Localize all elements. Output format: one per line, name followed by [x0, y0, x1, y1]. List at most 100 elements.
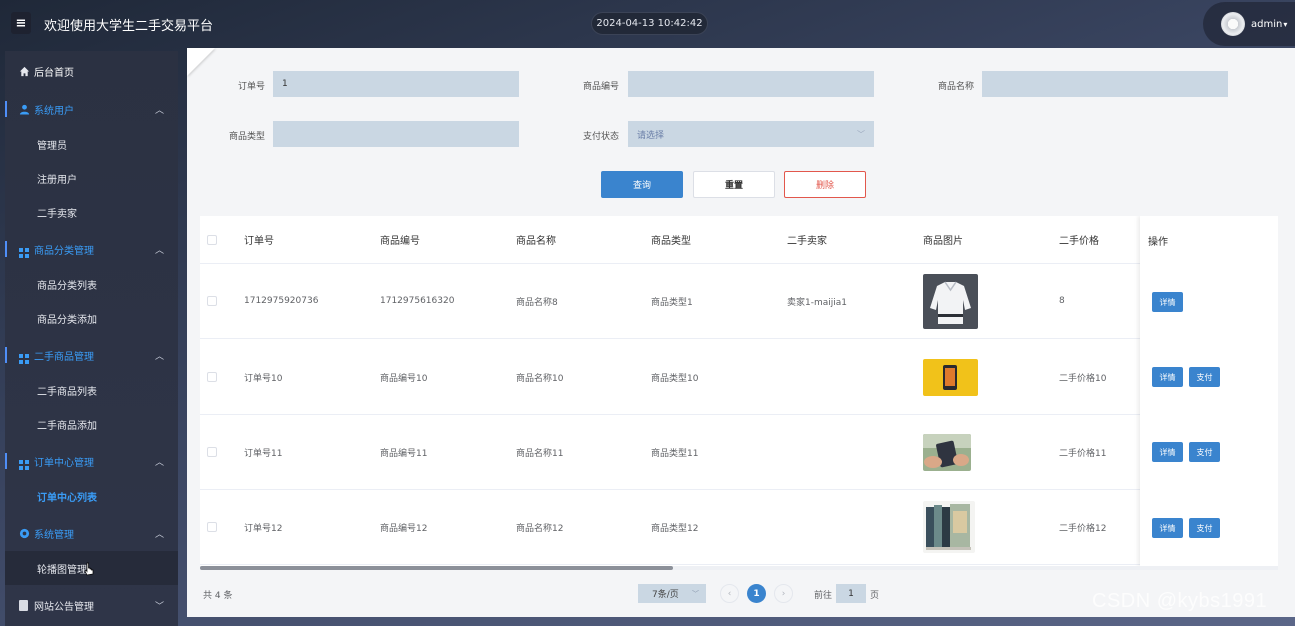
goods-image-cell — [923, 264, 978, 338]
avatar[interactable] — [1221, 12, 1245, 36]
sidebar-item-label: 后台首页 — [34, 67, 74, 79]
goods-no-cell: 商品编号12 — [380, 523, 428, 534]
order-no-input[interactable]: 1 — [273, 71, 519, 97]
corner-fold — [187, 48, 215, 76]
sidebar-item-admin[interactable]: 管理员 — [5, 127, 178, 161]
pay-button[interactable]: 支付 — [1189, 442, 1220, 462]
user-name[interactable]: admin — [1251, 19, 1282, 30]
column-header: 二手卖家 — [787, 236, 827, 247]
sidebar-group-system-users[interactable]: 系统用户 ︿ — [5, 92, 178, 126]
column-header: 商品类型 — [651, 236, 691, 247]
sidebar: 后台首页 系统用户 ︿ 管理员 注册用户 二手卖家 商品分类管理 ︿ 商品分类列… — [5, 51, 178, 626]
hoodie-photo[interactable] — [923, 273, 978, 329]
sidebar-item-category-add[interactable]: 商品分类添加 — [5, 301, 178, 335]
phone-hands-photo[interactable] — [923, 433, 971, 471]
sidebar-item-category-list[interactable]: 商品分类列表 — [5, 267, 178, 301]
row-checkbox[interactable] — [207, 340, 217, 414]
horizontal-scrollbar[interactable] — [200, 566, 1278, 570]
detail-button[interactable]: 详情 — [1152, 518, 1183, 538]
group-marker — [5, 453, 7, 469]
column-header: 操作 — [1148, 236, 1168, 248]
goods-image-cell — [923, 415, 971, 489]
grid-icon — [19, 244, 30, 258]
sidebar-item-label: 二手商品列表 — [37, 386, 97, 398]
sidebar-item-order-list[interactable]: 订单中心列表 — [5, 479, 178, 513]
order-no-cell: 1712975920736 — [244, 296, 319, 306]
hamburger-icon[interactable]: ≡ — [11, 12, 31, 34]
goods-no-input[interactable] — [628, 71, 874, 97]
chevron-up-icon: ︿ — [154, 529, 164, 540]
order-no-cell: 订单号11 — [244, 448, 283, 459]
prev-page-button[interactable]: ‹ — [720, 584, 739, 603]
price-cell: 二手价格10 — [1059, 373, 1107, 384]
row-checkbox[interactable] — [207, 490, 217, 564]
hand-cursor-icon — [84, 562, 94, 576]
sidebar-group-label: 商品分类管理 — [34, 245, 94, 257]
sidebar-item-goods-list[interactable]: 二手商品列表 — [5, 373, 178, 407]
goods-type-input[interactable] — [273, 121, 519, 147]
query-button[interactable]: 查询 — [601, 171, 683, 198]
column-header: 商品图片 — [923, 236, 963, 247]
goods-type-cell: 商品类型1 — [651, 297, 693, 308]
group-marker — [5, 347, 7, 363]
goods-no-cell: 商品编号10 — [380, 373, 428, 384]
scrollbar-thumb[interactable] — [200, 566, 673, 570]
goods-no-cell: 商品编号11 — [380, 448, 428, 459]
sidebar-group-label: 二手商品管理 — [34, 351, 94, 363]
total-count: 共 4 条 — [203, 591, 233, 601]
pay-status-select[interactable]: 请选择 ﹀ — [628, 121, 874, 147]
document-icon — [19, 599, 30, 611]
operations-column: 操作 详情 详情 支付 详情 支付 详情 支付 — [1140, 216, 1278, 566]
table-row: 订单号10 商品编号10 商品名称10 商品类型10 二手价格10 — [200, 340, 1278, 415]
user-menu[interactable]: admin ▾ — [1203, 2, 1295, 46]
price-cell: 8 — [1059, 296, 1065, 306]
sidebar-group-orders[interactable]: 订单中心管理 ︿ — [5, 444, 178, 478]
chevron-down-icon[interactable]: ▾ — [1283, 20, 1287, 29]
goods-image-cell — [923, 490, 975, 564]
goods-no-cell: 1712975616320 — [380, 296, 455, 306]
chevron-down-icon: ﹀ — [857, 129, 865, 139]
goods-name-cell: 商品名称10 — [516, 373, 564, 384]
page-number-current[interactable]: 1 — [747, 584, 766, 603]
grid-icon — [19, 456, 30, 470]
goods-type-cell: 商品类型12 — [651, 523, 699, 534]
goods-type-cell: 商品类型10 — [651, 373, 699, 384]
books-photo[interactable] — [923, 501, 975, 553]
next-page-button[interactable]: › — [774, 584, 793, 603]
sidebar-item-label: 订单中心列表 — [37, 492, 97, 504]
sidebar-item-goods-add[interactable]: 二手商品添加 — [5, 407, 178, 441]
row-checkbox[interactable] — [207, 415, 217, 489]
phone-yellow-photo[interactable] — [923, 358, 978, 396]
home-icon — [19, 66, 30, 77]
select-all-checkbox[interactable] — [207, 216, 217, 263]
detail-button[interactable]: 详情 — [1152, 292, 1183, 312]
sidebar-item-sellers[interactable]: 二手卖家 — [5, 195, 178, 229]
chevron-up-icon: ︿ — [154, 457, 164, 468]
pay-button[interactable]: 支付 — [1189, 367, 1220, 387]
sidebar-group-notice[interactable]: 网站公告管理 ﹀ — [5, 588, 178, 622]
sidebar-item-label: 二手卖家 — [37, 208, 77, 220]
goods-name-input[interactable] — [982, 71, 1228, 97]
sidebar-group-category[interactable]: 商品分类管理 ︿ — [5, 232, 178, 266]
goods-name-cell: 商品名称11 — [516, 448, 564, 459]
pay-button[interactable]: 支付 — [1189, 518, 1220, 538]
seller-cell: 卖家1-maijia1 — [787, 297, 847, 308]
chevron-up-icon: ︿ — [154, 245, 164, 256]
sidebar-item-home[interactable]: 后台首页 — [5, 54, 178, 88]
goods-type-label: 商品类型 — [228, 132, 265, 142]
group-marker — [5, 241, 7, 257]
sidebar-group-goods[interactable]: 二手商品管理 ︿ — [5, 338, 178, 372]
price-cell: 二手价格11 — [1059, 448, 1107, 459]
sidebar-item-label: 商品分类列表 — [37, 280, 97, 292]
detail-button[interactable]: 详情 — [1152, 367, 1183, 387]
top-bar: ≡ 欢迎使用大学生二手交易平台 2024-04-13 10:42:42 admi… — [0, 0, 1295, 48]
detail-button[interactable]: 详情 — [1152, 442, 1183, 462]
sidebar-item-registered-users[interactable]: 注册用户 — [5, 161, 178, 195]
group-marker — [5, 101, 7, 117]
page-size-select[interactable]: 7条/页 ﹀ — [638, 584, 706, 603]
row-checkbox[interactable] — [207, 264, 217, 338]
goto-page-input[interactable]: 1 — [836, 584, 866, 603]
reset-button[interactable]: 重置 — [693, 171, 775, 198]
delete-button[interactable]: 删除 — [784, 171, 866, 198]
sidebar-group-system[interactable]: 系统管理 ︿ — [5, 516, 178, 550]
